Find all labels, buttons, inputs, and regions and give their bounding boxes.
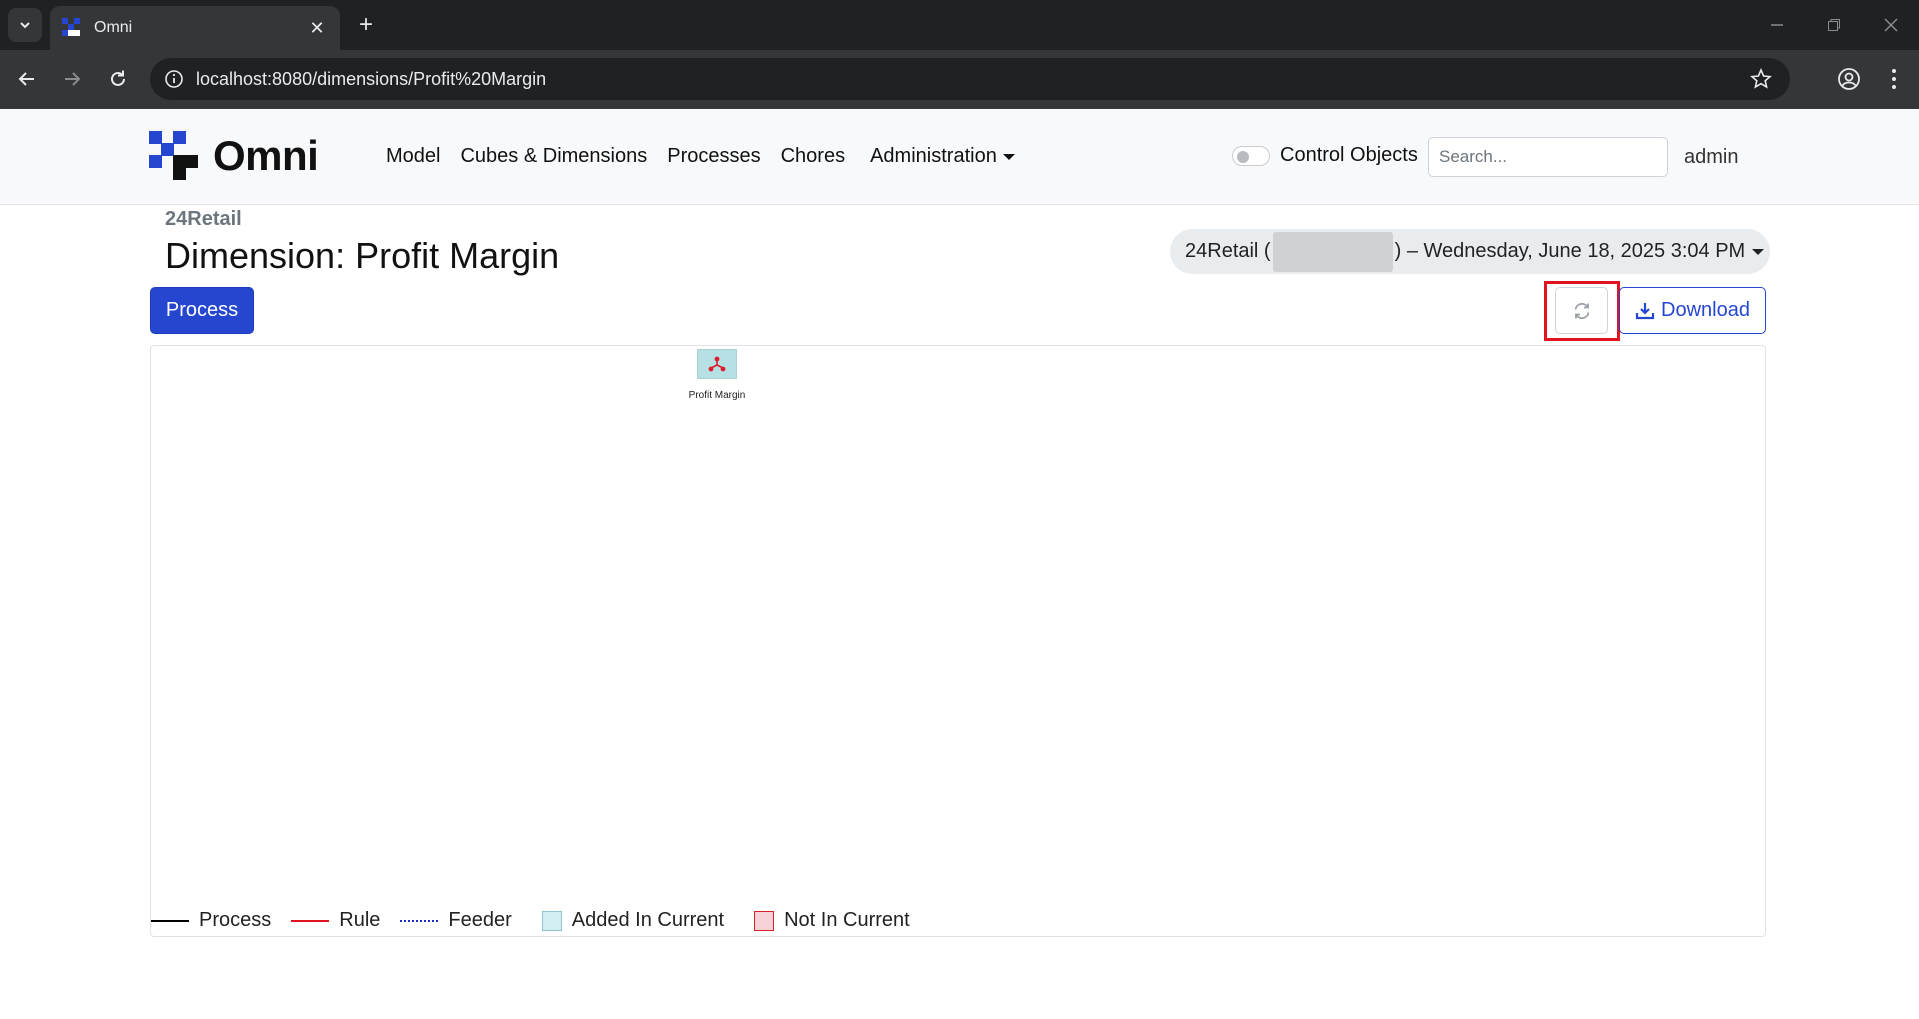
reload-icon[interactable] — [103, 64, 133, 94]
browser-tab-bar: Omni ✕ + — [0, 0, 1919, 50]
snapshot-prefix: 24Retail ( — [1185, 240, 1271, 262]
dimension-hierarchy-icon — [708, 356, 726, 372]
legend-label: Process — [199, 909, 272, 931]
restore-icon[interactable] — [1819, 10, 1849, 40]
omni-logo-icon — [149, 131, 198, 180]
minimize-icon[interactable] — [1762, 10, 1792, 40]
refresh-icon — [1574, 302, 1589, 319]
redacted-region — [1272, 231, 1393, 272]
legend-item-rule: Rule — [291, 909, 380, 932]
download-icon — [1635, 302, 1655, 319]
browser-toolbar: localhost:8080/dimensions/Profit%20Margi… — [0, 50, 1919, 109]
download-label: Download — [1661, 299, 1750, 321]
forward-icon[interactable] — [57, 64, 87, 94]
site-info-icon[interactable] — [164, 69, 184, 89]
close-window-icon[interactable] — [1876, 10, 1906, 40]
nav-cubes-dimensions[interactable]: Cubes & Dimensions — [460, 145, 647, 168]
legend-label: Rule — [339, 909, 381, 931]
legend-red-line — [291, 919, 330, 922]
caret-down-icon — [1752, 248, 1765, 255]
bookmark-star-icon[interactable] — [1750, 68, 1772, 90]
legend-label: Added In Current — [571, 909, 725, 931]
caret-down-icon — [1002, 153, 1015, 160]
legend-dotted-line — [400, 919, 439, 922]
legend-label: Not In Current — [784, 909, 910, 931]
back-icon[interactable] — [12, 64, 42, 94]
address-bar[interactable]: localhost:8080/dimensions/Profit%20Margi… — [150, 58, 1790, 100]
control-objects-label: Control Objects — [1280, 144, 1418, 166]
search-input[interactable] — [1428, 137, 1668, 177]
legend-item-added: Added In Current — [532, 909, 724, 932]
nav-processes[interactable]: Processes — [667, 145, 760, 168]
chevron-down-icon — [20, 22, 30, 29]
browser-menu-icon[interactable] — [1879, 64, 1909, 94]
tab-title: Omni — [94, 19, 133, 36]
diagram-legend: Process Rule Feeder Added In Current Not… — [151, 909, 930, 932]
nav-chores[interactable]: Chores — [781, 145, 845, 168]
legend-label: Feeder — [448, 909, 512, 931]
download-button[interactable]: Download — [1619, 287, 1766, 334]
diagram-node[interactable] — [697, 349, 737, 379]
url-text: localhost:8080/dimensions/Profit%20Margi… — [196, 68, 547, 89]
nav-model[interactable]: Model — [386, 145, 440, 168]
browser-tab[interactable]: Omni ✕ — [50, 6, 340, 50]
administration-label: Administration — [870, 145, 997, 167]
main-nav: Model Cubes & Dimensions Processes Chore… — [386, 145, 1015, 168]
tab-search-button[interactable] — [8, 8, 42, 42]
process-button[interactable]: Process — [150, 287, 254, 334]
toggle-knob — [1237, 151, 1249, 163]
brand-name: Omni — [213, 132, 319, 179]
snapshot-suffix: ) – Wednesday, June 18, 2025 3:04 PM — [1394, 240, 1746, 262]
page-title: Dimension: Profit Margin — [165, 235, 560, 276]
user-menu[interactable]: admin — [1684, 146, 1738, 169]
legend-item-feeder: Feeder — [400, 909, 512, 932]
brand-link[interactable]: Omni — [149, 131, 319, 181]
snapshot-selector[interactable]: 24Retail ( ) – Wednesday, June 18, 2025 … — [1170, 229, 1770, 274]
app-navbar: Omni Model Cubes & Dimensions Processes … — [0, 109, 1919, 205]
profile-icon[interactable] — [1834, 64, 1864, 94]
legend-item-not-in-current: Not In Current — [744, 909, 910, 932]
breadcrumb[interactable]: 24Retail — [165, 208, 242, 231]
legend-solid-line — [151, 919, 189, 922]
refresh-button[interactable] — [1555, 287, 1608, 334]
administration-dropdown[interactable]: Administration — [870, 145, 1015, 168]
new-tab-button[interactable]: + — [352, 12, 380, 40]
diagram-node-label: Profit Margin — [688, 390, 746, 401]
legend-swatch-added — [541, 910, 562, 931]
tab-close-icon[interactable]: ✕ — [306, 18, 328, 39]
dimension-diagram[interactable]: Profit Margin Process Rule Feeder Added … — [150, 345, 1766, 937]
legend-swatch-removed — [754, 910, 775, 931]
omni-favicon-icon — [62, 18, 80, 36]
legend-item-process: Process — [151, 909, 271, 932]
control-objects-toggle[interactable] — [1232, 146, 1270, 166]
